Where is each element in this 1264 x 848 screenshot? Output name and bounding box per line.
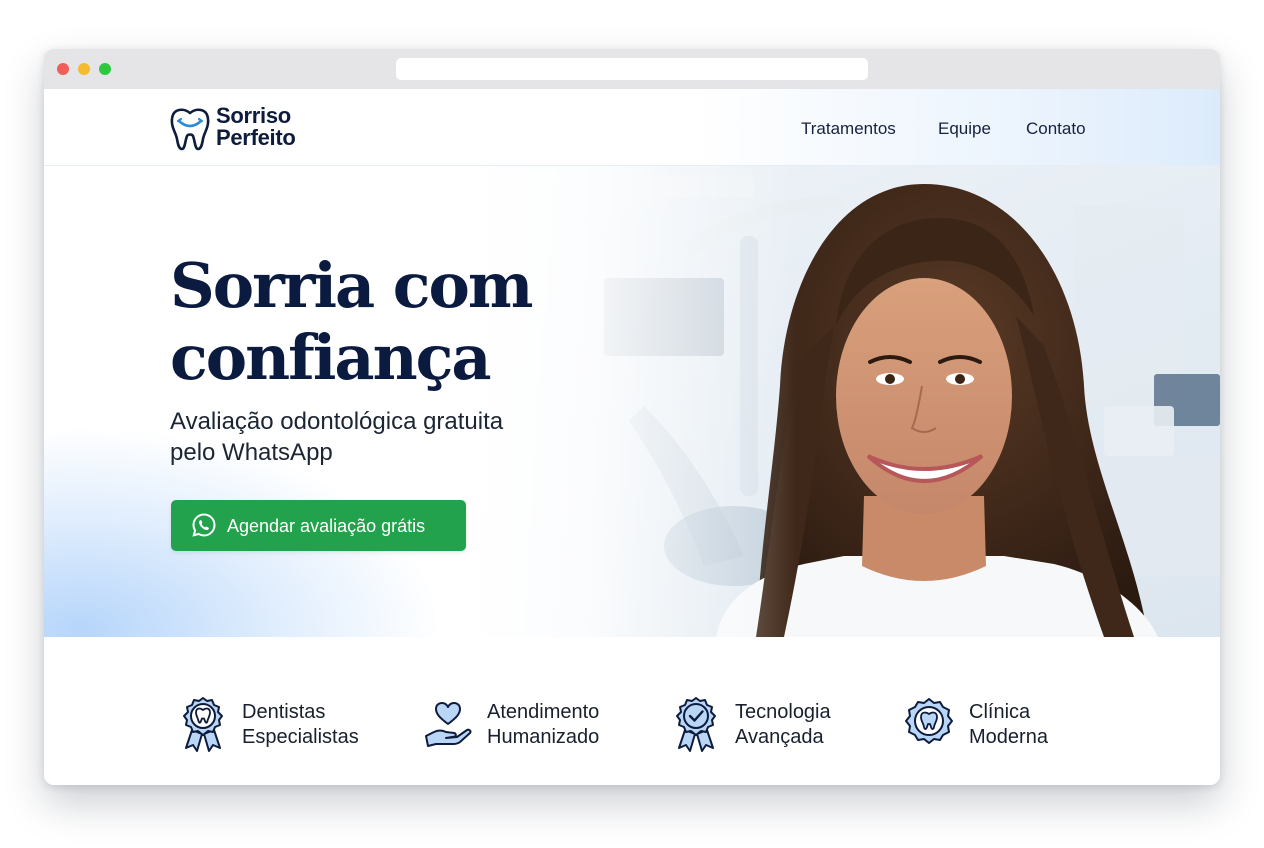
feature-label-line1: Clínica [969, 701, 1031, 723]
brand-name: Sorriso Perfeito [216, 105, 296, 149]
tooth-smile-icon [170, 108, 210, 151]
whatsapp-icon [192, 513, 216, 537]
feature-item: Clínica Moderna [903, 696, 1103, 752]
brand-name-line1: Sorriso [216, 103, 291, 128]
feature-label-line1: Dentistas [242, 701, 326, 723]
feature-label: Tecnologia Avançada [735, 700, 831, 750]
schedule-evaluation-label: Agendar avaliação grátis [227, 516, 426, 536]
brand-name-line2: Perfeito [216, 125, 296, 150]
feature-label: Clínica Moderna [969, 700, 1048, 750]
feature-item: Tecnologia Avançada [673, 696, 873, 752]
feature-item: Atendimento Humanizado [424, 696, 624, 752]
feature-label: Dentistas Especialistas [242, 700, 359, 750]
feature-label-line2: Especialistas [242, 726, 359, 748]
nav-link-tratamentos[interactable]: Tratamentos [801, 119, 896, 139]
hero-title-line1: Sorria com [170, 249, 533, 322]
tooth-badge-icon [905, 698, 953, 744]
feature-label-line2: Humanizado [487, 726, 600, 748]
hero-title-line2: confiança [170, 321, 492, 394]
hero-subtitle-line1: Avaliação odontológica gratuita [170, 408, 504, 435]
feature-label: Atendimento Humanizado [487, 700, 599, 750]
feature-label-line1: Atendimento [487, 701, 600, 723]
hero-subtitle: Avaliação odontológica gratuita pelo Wha… [170, 406, 570, 468]
hero-section: Sorria com confiança Avaliação odontológ… [44, 166, 1220, 637]
maximize-window-button[interactable] [99, 63, 111, 75]
nav-link-contato[interactable]: Contato [1026, 119, 1086, 139]
nav-link-equipe[interactable]: Equipe [938, 119, 991, 139]
features-bar: Dentistas Especialistas Atendimento Huma… [44, 637, 1220, 785]
site-header: Sorriso Perfeito Tratamentos Equipe Cont… [44, 89, 1220, 166]
browser-titlebar [44, 49, 1220, 89]
brand-logo[interactable]: Sorriso Perfeito [170, 105, 330, 151]
feature-label-line2: Avançada [735, 726, 824, 748]
minimize-window-button[interactable] [78, 63, 90, 75]
address-bar[interactable] [396, 58, 868, 80]
browser-window: Sorriso Perfeito Tratamentos Equipe Cont… [44, 49, 1220, 785]
schedule-evaluation-button[interactable]: Agendar avaliação grátis [171, 500, 466, 551]
close-window-button[interactable] [57, 63, 69, 75]
feature-label-line1: Tecnologia [735, 701, 831, 723]
award-tooth-icon [183, 697, 223, 752]
feature-item: Dentistas Especialistas [180, 696, 380, 752]
hero-subtitle-line2: pelo WhatsApp [170, 439, 333, 466]
feature-label-line2: Moderna [969, 726, 1048, 748]
heart-hand-icon [425, 702, 472, 747]
hero-title: Sorria com confiança [170, 250, 590, 394]
award-check-icon [676, 697, 716, 752]
